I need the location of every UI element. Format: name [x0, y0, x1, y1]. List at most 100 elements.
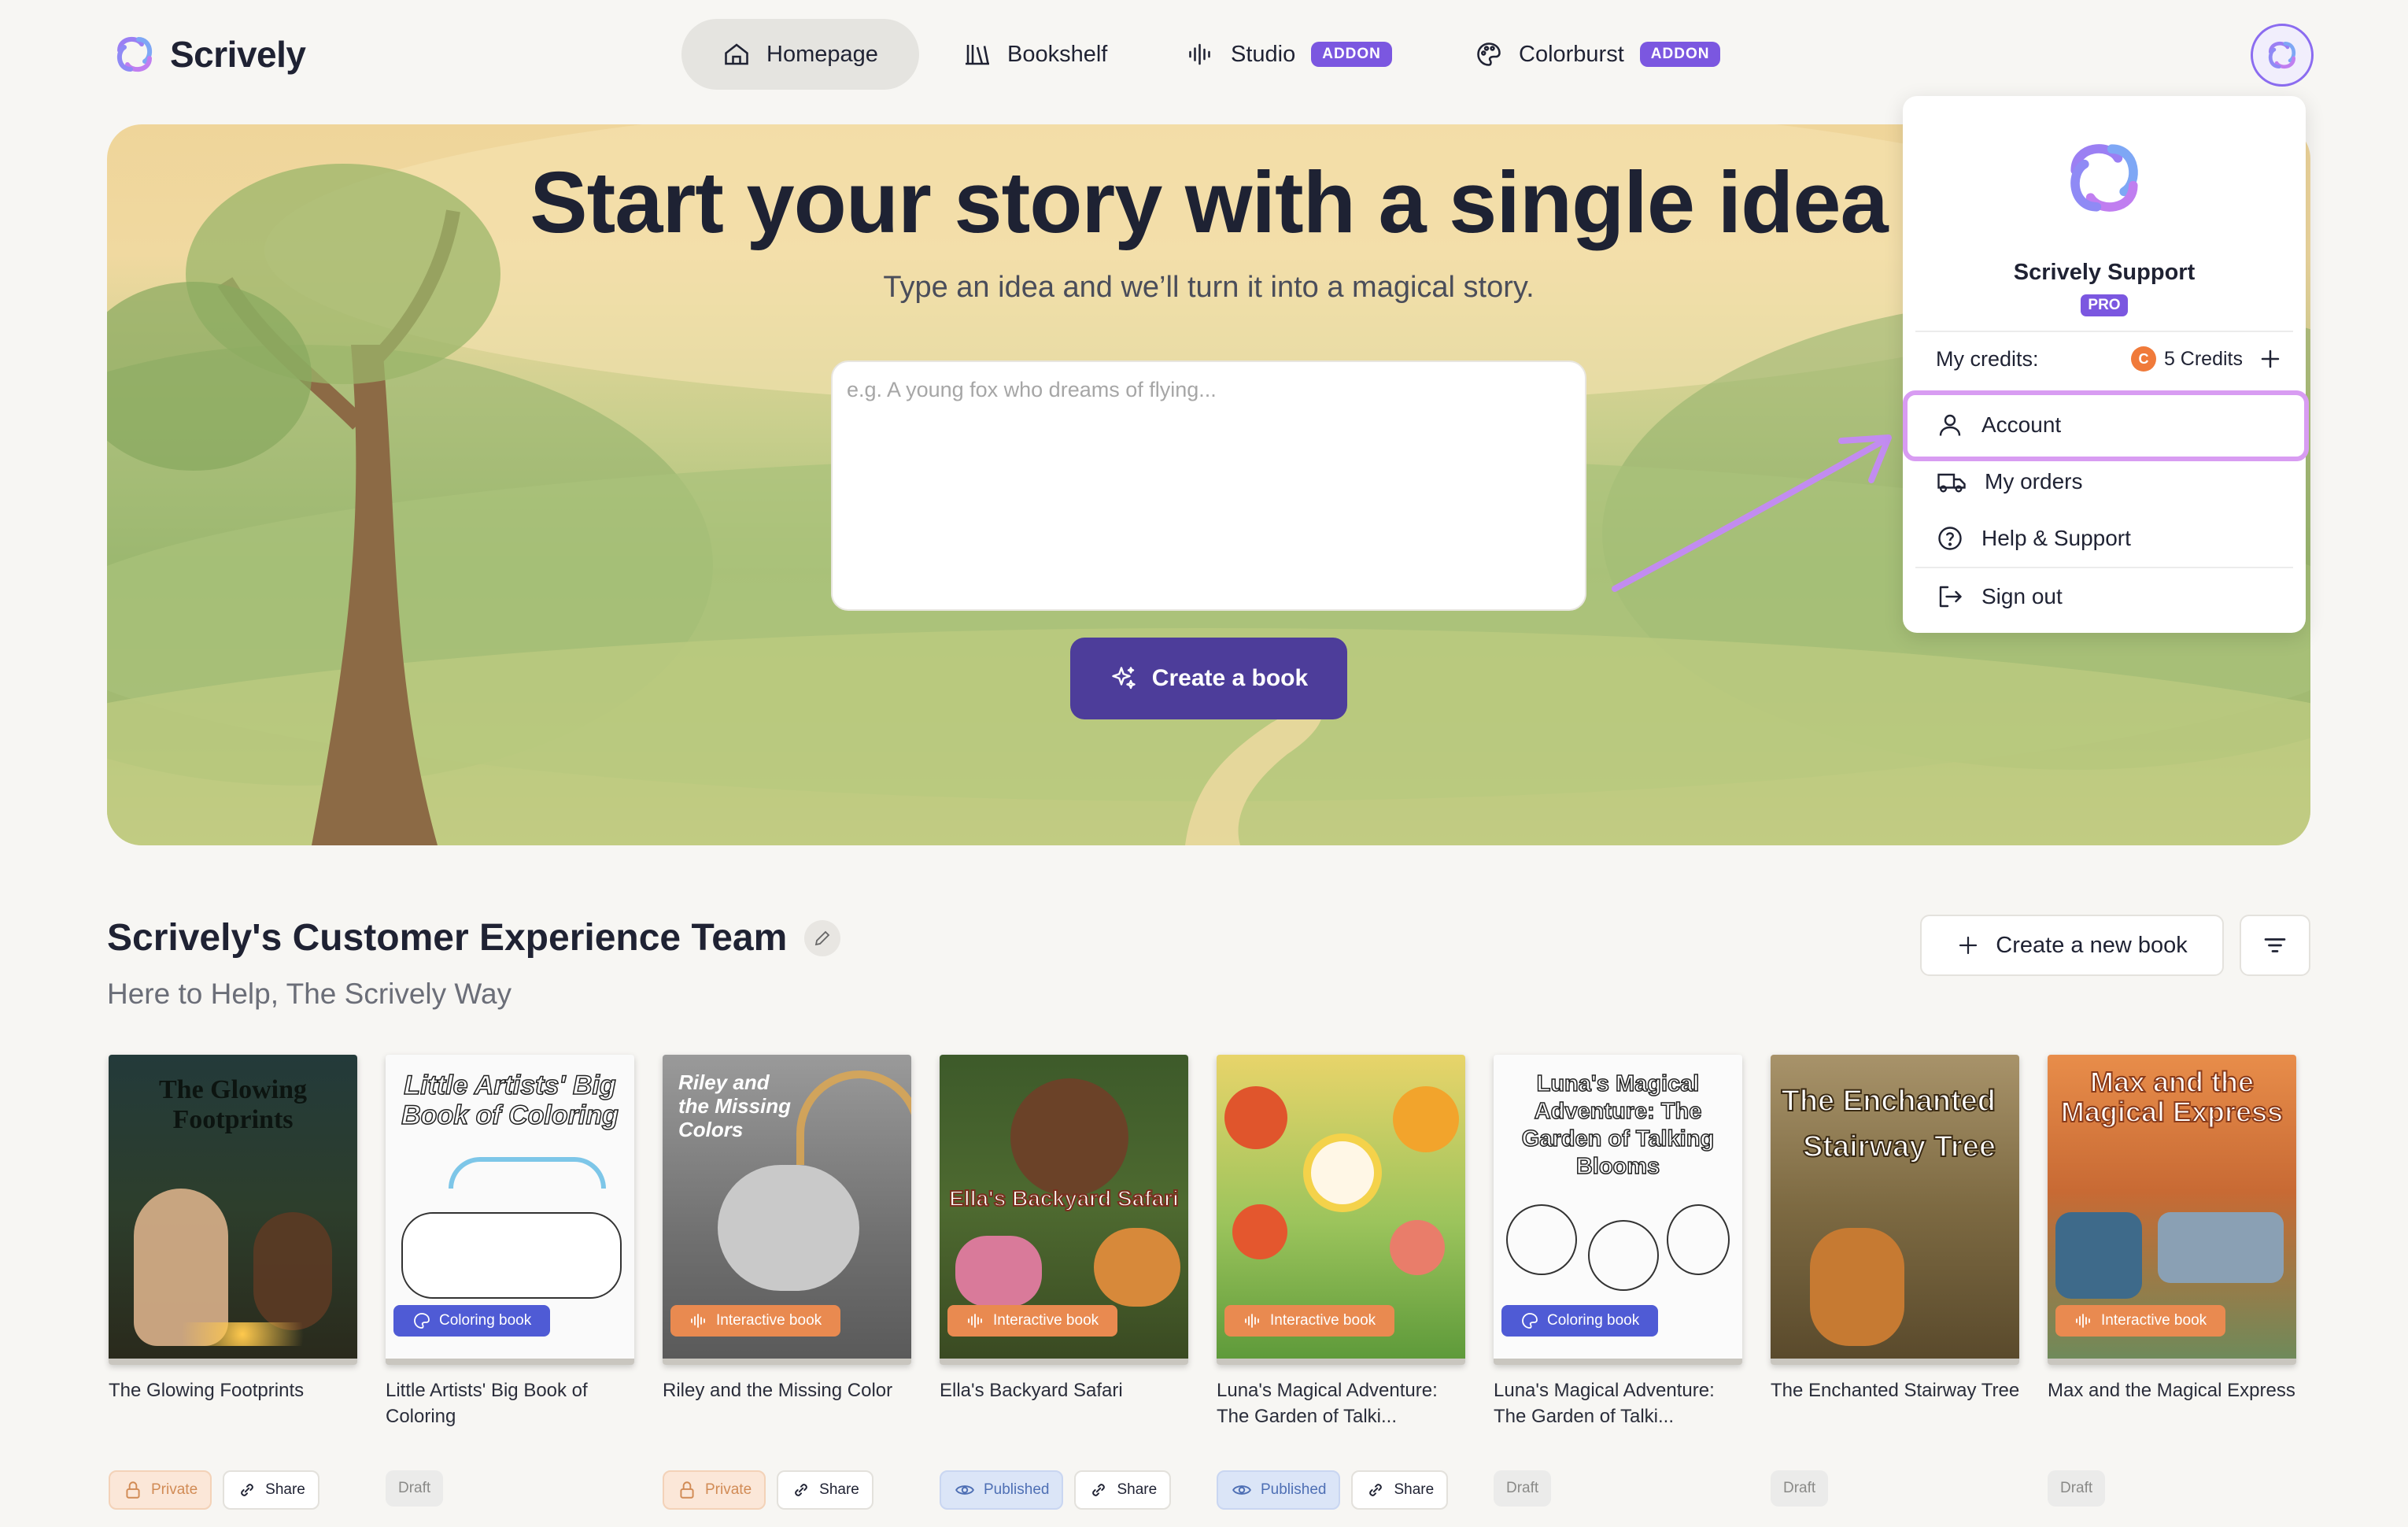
eye-icon — [1232, 1485, 1251, 1495]
book-title[interactable]: The Glowing Footprints — [109, 1377, 359, 1456]
draft-badge: Draft — [1771, 1470, 1829, 1507]
create-book-button[interactable]: Create a book — [1070, 638, 1347, 719]
tag-label: Interactive book — [993, 1312, 1099, 1329]
book-card[interactable]: Ella's Backyard Safari Interactive book … — [940, 1055, 1190, 1510]
book-title[interactable]: Max and the Magical Express — [2048, 1377, 2298, 1456]
audio-wave-icon — [2076, 1314, 2090, 1328]
menu-item-my-orders[interactable]: My orders — [1936, 461, 2082, 502]
tag-label: Coloring book — [439, 1312, 532, 1329]
book-cover[interactable]: Interactive book — [1217, 1055, 1465, 1365]
account-user-name: Scrively Support — [2013, 260, 2196, 285]
draft-badge: Draft — [1494, 1470, 1552, 1507]
draft-badge: Draft — [2048, 1470, 2106, 1507]
interactive-book-tag: Interactive book — [2055, 1305, 2226, 1337]
tag-label: Coloring book — [1547, 1312, 1640, 1329]
share-label: Share — [265, 1481, 305, 1498]
tag-label: Interactive book — [2101, 1312, 2207, 1329]
published-badge[interactable]: Published — [1217, 1470, 1341, 1510]
nav-homepage[interactable]: Homepage — [681, 19, 919, 90]
cover-title: Max and the Magical Express — [2060, 1066, 2284, 1128]
cover-flower — [1303, 1133, 1382, 1212]
book-card[interactable]: The Enchanted Stairway Tree The Enchante… — [1771, 1055, 2021, 1507]
book-title[interactable]: The Enchanted Stairway Tree — [1771, 1377, 2021, 1456]
sparkles-icon — [1112, 667, 1136, 690]
menu-item-sign-out[interactable]: Sign out — [1936, 576, 2063, 617]
book-cover[interactable]: The Glowing Footprints — [109, 1055, 357, 1365]
cover-title: Luna's Magical Adventure: The Garden of … — [1521, 1070, 1715, 1180]
credits-label: My credits: — [1936, 346, 2039, 371]
book-cover[interactable]: Riley and the Missing Colors Interactive… — [663, 1055, 911, 1365]
book-card[interactable]: Max and the Magical Express Interactive … — [2048, 1055, 2298, 1507]
nav-bookshelf-label: Bookshelf — [1007, 41, 1108, 67]
book-cover[interactable]: Luna's Magical Adventure: The Garden of … — [1494, 1055, 1742, 1365]
cover-flower — [1393, 1086, 1459, 1152]
book-card[interactable]: Interactive book Luna's Magical Adventur… — [1217, 1055, 1467, 1510]
account-dropdown-menu: Scrively Support PRO My credits: C 5 Cre… — [1903, 96, 2306, 633]
nav-bookshelf[interactable]: Bookshelf — [922, 19, 1148, 90]
cover-flower — [1232, 1204, 1287, 1259]
link-icon — [1369, 1484, 1383, 1496]
palette-icon — [1522, 1313, 1538, 1329]
share-button[interactable]: Share — [1074, 1470, 1172, 1510]
nav-studio-label: Studio — [1231, 41, 1296, 67]
private-badge[interactable]: Private — [663, 1470, 766, 1510]
book-card[interactable]: Luna's Magical Adventure: The Garden of … — [1494, 1055, 1744, 1507]
audio-wave-icon — [968, 1314, 982, 1328]
lock-icon — [680, 1481, 694, 1499]
idea-input[interactable] — [847, 378, 1571, 593]
cover-character — [718, 1165, 859, 1291]
section-header: Scrively's Customer Experience Team — [107, 916, 841, 959]
nav-colorburst-label: Colorburst — [1519, 41, 1624, 67]
book-cover[interactable]: Max and the Magical Express Interactive … — [2048, 1055, 2296, 1365]
create-new-book-button[interactable]: Create a new book — [1920, 915, 2224, 976]
book-cover[interactable]: Little Artists' Big Book of Coloring Col… — [386, 1055, 634, 1365]
published-badge[interactable]: Published — [940, 1470, 1064, 1510]
share-button[interactable]: Share — [1351, 1470, 1449, 1510]
book-card[interactable]: The Glowing Footprints The Glowing Footp… — [109, 1055, 359, 1510]
cover-train — [2158, 1212, 2284, 1283]
cover-flower — [1224, 1086, 1287, 1149]
book-title[interactable]: Little Artists' Big Book of Coloring — [386, 1377, 636, 1456]
sign-out-icon — [1939, 586, 1962, 608]
cover-title: Riley and the Missing Colors — [678, 1070, 792, 1141]
coloring-book-tag: Coloring book — [393, 1305, 551, 1337]
app-logo[interactable]: Scrively — [110, 30, 306, 79]
book-card[interactable]: Little Artists' Big Book of Coloring Col… — [386, 1055, 636, 1507]
cover-character — [1010, 1078, 1128, 1196]
book-badges: Draft — [2048, 1470, 2106, 1507]
share-button[interactable]: Share — [223, 1470, 319, 1510]
add-credits-icon[interactable] — [2258, 347, 2282, 371]
cover-flower — [1506, 1204, 1577, 1275]
menu-item-label: Help & Support — [1981, 526, 2131, 550]
help-circle-icon — [1938, 527, 1962, 550]
menu-item-help-support[interactable]: Help & Support — [1936, 518, 2131, 559]
book-cover[interactable]: The Enchanted Stairway Tree — [1771, 1055, 2019, 1365]
nav-studio[interactable]: Studio ADDON — [1146, 19, 1433, 90]
private-label: Private — [705, 1481, 752, 1498]
link-icon — [241, 1484, 253, 1496]
book-title[interactable]: Luna's Magical Adventure: The Garden of … — [1494, 1377, 1744, 1456]
book-cover[interactable]: Ella's Backyard Safari Interactive book — [940, 1055, 1188, 1365]
share-button[interactable]: Share — [777, 1470, 873, 1510]
nav-homepage-label: Homepage — [766, 41, 878, 67]
filter-button[interactable] — [2240, 915, 2310, 976]
private-badge[interactable]: Private — [109, 1470, 212, 1510]
idea-input-box[interactable] — [831, 360, 1586, 611]
app-name: Scrively — [170, 34, 306, 75]
book-card[interactable]: Riley and the Missing Colors Interactive… — [663, 1055, 913, 1510]
cover-flower — [1667, 1204, 1730, 1275]
book-badges: Private Share — [109, 1470, 319, 1510]
book-title[interactable]: Luna's Magical Adventure: The Garden of … — [1217, 1377, 1467, 1456]
annotation-arrow-icon — [1612, 434, 1892, 592]
book-badges: Draft — [1771, 1470, 1829, 1507]
edit-title-button[interactable] — [804, 919, 841, 956]
book-title[interactable]: Riley and the Missing Color — [663, 1377, 913, 1456]
book-title[interactable]: Ella's Backyard Safari — [940, 1377, 1190, 1456]
share-label: Share — [1117, 1481, 1158, 1498]
user-avatar-button[interactable] — [2251, 24, 2314, 87]
scrively-logo-icon — [2070, 144, 2138, 212]
tag-label: Interactive book — [1270, 1312, 1376, 1329]
audio-wave-icon — [1189, 43, 1210, 65]
nav-colorburst[interactable]: Colorburst ADDON — [1434, 19, 1761, 90]
bookshelf-icon — [966, 45, 989, 65]
